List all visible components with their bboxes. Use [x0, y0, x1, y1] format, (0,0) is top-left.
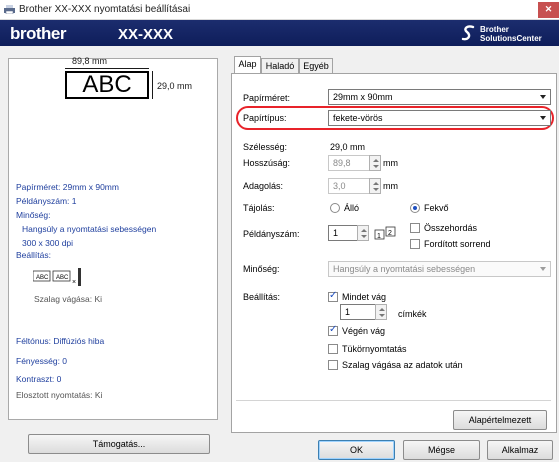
- length-input[interactable]: 89,8: [328, 155, 370, 171]
- collate-label[interactable]: Összehordás: [424, 223, 477, 233]
- svg-text:ABC: ABC: [56, 275, 69, 281]
- cut-all-label[interactable]: Mindet vág: [342, 292, 386, 302]
- width-dimension-line: [65, 68, 149, 69]
- paper-type-label: Papírtípus:: [243, 113, 287, 123]
- summary-resolution: 300 x 300 dpi: [22, 238, 74, 248]
- paper-size-value: 29mm x 90mm: [333, 92, 393, 102]
- summary-copies: Példányszám: 1: [16, 196, 77, 206]
- spinner-up-icon: [373, 182, 379, 185]
- copies-input[interactable]: 1: [328, 225, 358, 241]
- orientation-label: Tájolás:: [243, 203, 275, 213]
- svg-text:ABC: ABC: [36, 275, 49, 281]
- solutions-center-line2[interactable]: SolutionsCenter: [480, 34, 542, 43]
- landscape-radio[interactable]: [410, 203, 420, 213]
- labels-unit: címkék: [398, 309, 427, 319]
- quality-value: Hangsúly a nyomtatási sebességen: [333, 264, 476, 274]
- tab-other[interactable]: Egyéb: [299, 58, 333, 73]
- label-width-dimension: 89,8 mm: [72, 56, 108, 66]
- summary-settings-heading: Beállítás:: [16, 250, 51, 260]
- support-button[interactable]: Támogatás...: [28, 434, 210, 454]
- height-dimension-line: [152, 71, 153, 99]
- portrait-radio[interactable]: [330, 203, 340, 213]
- cut-settings-icon: ABC ABC ×: [33, 268, 81, 286]
- length-spinner[interactable]: [369, 155, 381, 171]
- label-height-dimension: 29,0 mm: [157, 81, 193, 91]
- quality-label: Minőség:: [243, 264, 280, 274]
- collate-checkbox[interactable]: [410, 223, 420, 233]
- tab-advanced[interactable]: Haladó: [261, 58, 299, 73]
- spinner-down-icon: [361, 235, 367, 238]
- title-bar: Brother XX-XXX nyomtatási beállításai ✕: [0, 0, 559, 20]
- model-name: XX-XXX: [118, 26, 174, 43]
- summary-contrast: Kontraszt: 0: [16, 374, 62, 384]
- cancel-button[interactable]: Mégse: [403, 440, 480, 460]
- solutions-center-icon: [461, 25, 475, 41]
- feed-input[interactable]: 3,0: [328, 178, 370, 194]
- window-title: Brother XX-XXX nyomtatási beállításai: [19, 4, 191, 15]
- paper-type-value: fekete-vörös: [333, 113, 383, 123]
- width-value: 29,0 mm: [330, 142, 366, 152]
- summary-brightness: Fényesség: 0: [16, 356, 68, 366]
- feed-label: Adagolás:: [243, 181, 284, 191]
- ok-button[interactable]: OK: [318, 440, 395, 460]
- width-label: Szélesség:: [243, 142, 288, 152]
- tab-basic[interactable]: Alap: [234, 56, 261, 73]
- solutions-center-line1[interactable]: Brother: [480, 25, 509, 34]
- cut-after-data-checkbox[interactable]: [328, 360, 338, 370]
- spinner-down-icon: [373, 188, 379, 191]
- cut-after-data-label[interactable]: Szalag vágása az adatok után: [342, 360, 463, 370]
- mirror-print-checkbox[interactable]: [328, 344, 338, 354]
- spinner-up-icon: [361, 229, 367, 232]
- summary-quality-value: Hangsúly a nyomtatási sebességen: [22, 224, 157, 234]
- cut-end-label[interactable]: Végén vág: [342, 326, 385, 336]
- divider: [236, 400, 551, 401]
- summary-split-print: Elosztott nyomtatás: Ki: [16, 390, 103, 400]
- apply-button[interactable]: Alkalmaz: [487, 440, 553, 460]
- summary-cut: Szalag vágása: Ki: [34, 294, 103, 304]
- feed-spinner[interactable]: [369, 178, 381, 194]
- spinner-up-icon: [373, 159, 379, 162]
- summary-quality-heading: Minőség:: [16, 210, 51, 220]
- cut-end-checkbox[interactable]: [328, 324, 338, 336]
- cut-every-spinner[interactable]: [375, 304, 387, 320]
- spinner-down-icon: [373, 165, 379, 168]
- quality-select[interactable]: Hangsúly a nyomtatási sebességen: [328, 261, 551, 277]
- svg-text:2: 2: [388, 230, 392, 237]
- reverse-order-checkbox[interactable]: [410, 239, 420, 249]
- copies-label: Példányszám:: [243, 229, 300, 239]
- cut-all-checkbox[interactable]: [328, 290, 338, 302]
- reverse-order-label[interactable]: Fordított sorrend: [424, 239, 491, 249]
- summary-paper-size: Papírméret: 29mm x 90mm: [16, 182, 119, 192]
- printer-icon: [4, 5, 15, 14]
- portrait-label[interactable]: Álló: [344, 203, 359, 213]
- landscape-label[interactable]: Fekvő: [424, 203, 449, 213]
- paper-size-label: Papírméret:: [243, 93, 291, 103]
- brand-header: brother XX-XXX Brother SolutionsCenter: [0, 20, 559, 46]
- spinner-down-icon: [379, 314, 385, 317]
- spinner-up-icon: [379, 308, 385, 311]
- feed-unit: mm: [383, 181, 398, 191]
- paper-type-select[interactable]: fekete-vörös: [328, 110, 551, 126]
- label-preview: ABC: [65, 71, 149, 99]
- svg-text:×: ×: [72, 279, 76, 286]
- mirror-print-label[interactable]: Tükörnyomtatás: [342, 344, 407, 354]
- summary-halftone: Féltónus: Diffúziós hiba: [16, 336, 105, 346]
- length-label: Hosszúság:: [243, 158, 291, 168]
- chevron-down-icon: [540, 95, 546, 99]
- brother-logo: brother: [10, 24, 67, 43]
- copies-spinner[interactable]: [357, 225, 369, 241]
- paper-size-select[interactable]: 29mm x 90mm: [328, 89, 551, 105]
- chevron-down-icon: [540, 116, 546, 120]
- collate-icon: 1 2: [374, 226, 396, 240]
- svg-text:1: 1: [377, 233, 381, 240]
- defaults-button[interactable]: Alapértelmezett: [453, 410, 547, 430]
- length-unit: mm: [383, 158, 398, 168]
- chevron-down-icon: [540, 267, 546, 271]
- cut-every-input[interactable]: 1: [340, 304, 376, 320]
- close-button[interactable]: ✕: [538, 2, 559, 18]
- settings-label: Beállítás:: [243, 292, 281, 302]
